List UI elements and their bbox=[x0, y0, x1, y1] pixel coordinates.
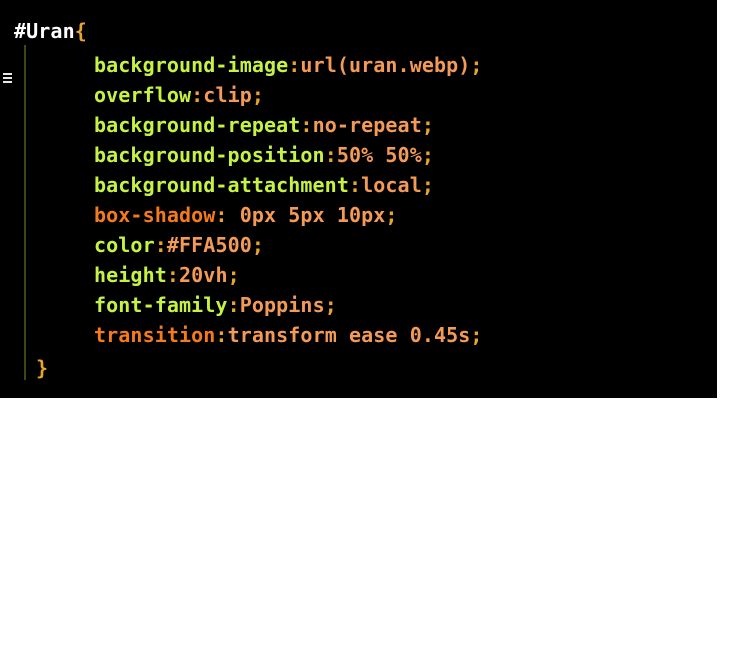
code-line[interactable]: box-shadow: 0px 5px 10px; bbox=[94, 203, 398, 227]
css-property: transition bbox=[94, 323, 216, 347]
css-value: url(uran.webp) bbox=[300, 53, 471, 77]
css-value: 50% 50% bbox=[336, 143, 422, 167]
css-property: background-image bbox=[94, 53, 289, 77]
css-property: height bbox=[94, 263, 167, 287]
code-line[interactable]: transition:transform ease 0.45s; bbox=[94, 323, 483, 347]
code-line[interactable]: overflow:clip; bbox=[94, 83, 264, 107]
code-line[interactable]: background-repeat:no-repeat; bbox=[94, 113, 434, 137]
code-line[interactable]: background-attachment:local; bbox=[94, 173, 434, 197]
css-value: #FFA500 bbox=[166, 233, 252, 257]
code-line[interactable]: font-family:Poppins; bbox=[94, 293, 337, 317]
css-value: 20vh bbox=[179, 263, 228, 287]
css-value: local bbox=[361, 173, 422, 197]
css-value: Poppins bbox=[239, 293, 325, 317]
code-line[interactable]: background-image:url(uran.webp); bbox=[94, 53, 483, 77]
open-brace: { bbox=[74, 19, 87, 43]
css-selector: #Uran bbox=[14, 19, 75, 43]
css-value: no-repeat bbox=[312, 113, 422, 137]
close-brace: } bbox=[36, 356, 49, 380]
code-line[interactable]: background-position:50% 50%; bbox=[94, 143, 434, 167]
fold-toggle-icon[interactable] bbox=[3, 25, 12, 83]
css-value: 0px 5px 10px bbox=[227, 203, 386, 227]
code-editor[interactable]: #Uran{ background-image:url(uran.webp); … bbox=[0, 0, 717, 398]
code-line[interactable]: height:20vh; bbox=[94, 263, 240, 287]
code-line[interactable]: color:#FFA500; bbox=[94, 233, 264, 257]
css-value: transform ease 0.45s bbox=[227, 323, 471, 347]
window-margin bbox=[717, 0, 738, 398]
selector-line[interactable]: #Uran{ bbox=[14, 19, 87, 43]
css-property: box-shadow bbox=[94, 203, 216, 227]
css-property: background-position bbox=[94, 143, 325, 167]
css-property: color bbox=[94, 233, 155, 257]
css-property: font-family bbox=[94, 293, 228, 317]
css-value: clip bbox=[203, 83, 252, 107]
css-property: background-attachment bbox=[94, 173, 349, 197]
indent-guide bbox=[24, 45, 26, 380]
css-property: background-repeat bbox=[94, 113, 301, 137]
close-brace-line[interactable]: } bbox=[36, 356, 48, 380]
css-property: overflow bbox=[94, 83, 192, 107]
